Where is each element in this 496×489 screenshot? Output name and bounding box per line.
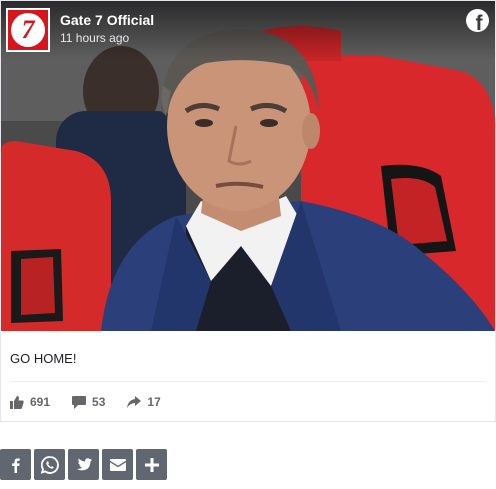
like-stat[interactable]: 691 (10, 395, 50, 409)
share-more-button[interactable] (136, 449, 167, 480)
divider (10, 381, 486, 382)
post-caption: GO HOME! (10, 351, 77, 366)
post-timestamp[interactable]: 11 hours ago (60, 31, 129, 45)
share-whatsapp-button[interactable] (34, 449, 65, 480)
share-bar (0, 449, 170, 480)
share-arrow-icon (127, 396, 142, 408)
comment-icon (72, 395, 87, 409)
share-email-button[interactable] (102, 449, 133, 480)
envelope-icon (109, 458, 126, 471)
facebook-post-card: 7 Gate 7 Official 11 hours ago f GO HOME… (0, 0, 496, 422)
plus-icon (144, 457, 159, 472)
post-stats: 691 53 17 (10, 393, 183, 411)
share-facebook-button[interactable] (0, 449, 31, 480)
comment-count: 53 (92, 395, 106, 409)
facebook-icon (11, 457, 20, 473)
share-count: 17 (147, 395, 161, 409)
facebook-icon[interactable]: f (466, 9, 489, 32)
post-photo[interactable]: 7 Gate 7 Official 11 hours ago f (1, 1, 495, 331)
share-stat[interactable]: 17 (127, 395, 161, 409)
avatar-glyph: 7 (21, 15, 35, 44)
page-avatar[interactable]: 7 (6, 8, 50, 52)
comment-stat[interactable]: 53 (72, 395, 105, 409)
post-header: 7 Gate 7 Official 11 hours ago f (1, 1, 495, 59)
twitter-icon (76, 457, 92, 470)
gate7-logo-icon: 7 (11, 13, 45, 47)
whatsapp-icon (40, 455, 59, 474)
share-twitter-button[interactable] (68, 449, 99, 480)
thumbs-up-icon (10, 395, 24, 409)
page-name-link[interactable]: Gate 7 Official (60, 12, 154, 28)
like-count: 691 (30, 395, 51, 409)
